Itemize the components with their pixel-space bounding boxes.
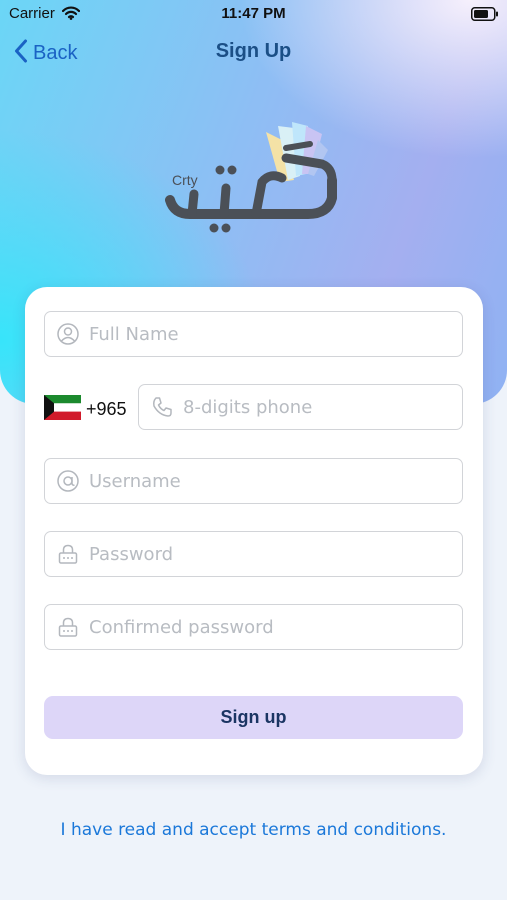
- app-logo: Crty: [160, 118, 350, 238]
- navigation-bar: Back Sign Up: [0, 30, 507, 76]
- country-code-selector[interactable]: +965: [44, 394, 127, 424]
- logo-text: Crty: [172, 172, 198, 188]
- full-name-field[interactable]: [44, 311, 463, 357]
- battery-icon: [471, 6, 499, 25]
- full-name-input[interactable]: [89, 323, 429, 345]
- username-input[interactable]: [89, 470, 429, 492]
- username-field[interactable]: [44, 458, 463, 504]
- password-input[interactable]: [89, 543, 429, 565]
- at-sign-icon: [57, 470, 79, 492]
- password-field[interactable]: [44, 531, 463, 577]
- confirm-password-field[interactable]: [44, 604, 463, 650]
- phone-icon: [151, 396, 173, 418]
- status-bar: Carrier 11:47 PM: [0, 0, 507, 30]
- sign-up-button[interactable]: Sign up: [44, 696, 463, 739]
- lock-icon: [57, 543, 79, 565]
- terms-link[interactable]: I have read and accept terms and conditi…: [0, 820, 507, 840]
- country-code-label: +965: [86, 398, 127, 419]
- page-title: Sign Up: [215, 40, 292, 62]
- phone-input[interactable]: [183, 396, 433, 418]
- phone-field[interactable]: [138, 384, 463, 430]
- lock-icon: [57, 616, 79, 638]
- confirm-password-input[interactable]: [89, 616, 429, 638]
- user-icon: [57, 323, 79, 345]
- signup-card: +965: [25, 287, 483, 775]
- kuwait-flag-icon: [44, 394, 81, 424]
- status-time: 11:47 PM: [221, 5, 286, 22]
